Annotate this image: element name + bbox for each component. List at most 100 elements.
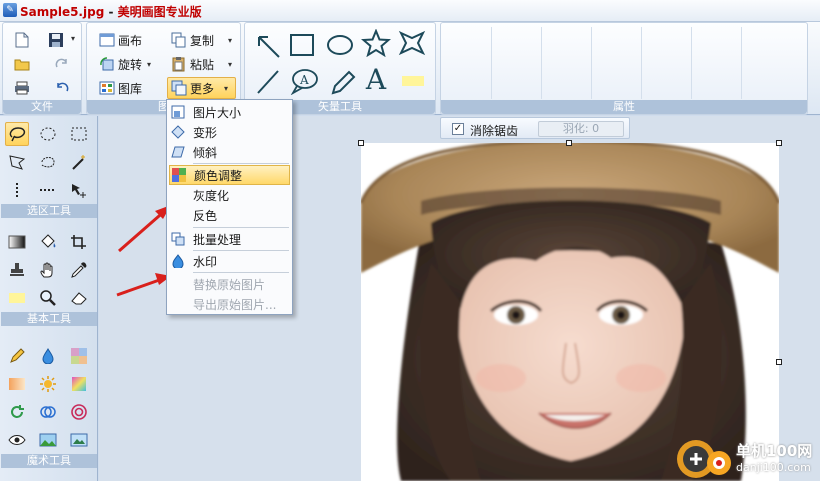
menu-item-export-original[interactable]: 导出原始图片... (169, 294, 290, 314)
pen-tool-icon[interactable] (327, 67, 357, 95)
four-point-star-tool-icon[interactable] (397, 29, 427, 57)
callout-tool-icon[interactable]: A (289, 67, 319, 95)
target-circles-icon[interactable] (67, 400, 91, 424)
arrow-tool-icon[interactable] (253, 31, 283, 59)
print-icon[interactable] (13, 79, 31, 97)
selection-tools-label: 选区工具 (1, 204, 97, 218)
eraser-icon[interactable] (67, 286, 91, 310)
hand-pan-icon[interactable] (36, 258, 60, 282)
resize-handle[interactable] (358, 140, 364, 146)
zoom-icon[interactable] (36, 286, 60, 310)
copy-button[interactable]: 复制 ▾ (167, 29, 236, 51)
watermark-logo-icon (677, 440, 731, 478)
paste-icon (171, 56, 187, 72)
menu-separator (193, 227, 289, 228)
menu-item-skew[interactable]: 倾斜 (169, 142, 290, 162)
new-file-icon[interactable] (13, 31, 31, 49)
transform-icon (169, 124, 187, 140)
menu-item-watermark[interactable]: 水印 (169, 251, 290, 271)
color-swatch-icon[interactable] (5, 286, 29, 310)
magic-wand-icon[interactable] (67, 150, 91, 174)
save-icon[interactable] (47, 31, 75, 49)
text-tool-icon[interactable]: A (361, 63, 391, 96)
refresh-cycle-icon[interactable] (5, 400, 29, 424)
vertical-line-select-icon[interactable] (5, 178, 29, 202)
color-adjust-icon (170, 167, 188, 183)
ellipse-select-icon[interactable] (36, 122, 60, 146)
more-dropdown-icon: ▾ (224, 83, 229, 93)
menu-item-color-adjust[interactable]: 颜色调整 (169, 165, 290, 185)
more-button[interactable]: 更多 ▾ (167, 77, 236, 99)
gradient-fill-icon[interactable] (5, 372, 29, 396)
menu-item-label: 替换原始图片 (193, 277, 266, 292)
brightness-pencil-icon[interactable] (5, 344, 29, 368)
star-tool-icon[interactable] (361, 29, 391, 57)
menu-item-label: 颜色调整 (194, 168, 243, 183)
menu-item-invert[interactable]: 反色 (169, 205, 290, 225)
move-selection-icon[interactable] (67, 178, 91, 202)
menu-item-transform[interactable]: 变形 (169, 122, 290, 142)
canvas-button[interactable]: 画布 (95, 29, 146, 51)
gallery-button[interactable]: 图库 (95, 77, 146, 99)
rotate-label: 旋转 (118, 57, 143, 72)
callout-glyph: A (299, 73, 309, 87)
image-canvas[interactable] (361, 143, 779, 481)
rect-select-icon[interactable] (67, 122, 91, 146)
paste-button[interactable]: 粘贴 ▾ (167, 53, 236, 75)
rotate-button[interactable]: 旋转 ▾ (95, 53, 155, 75)
window-title: Sample5.jpg - 美明画图专业版 (20, 3, 202, 20)
menu-item-label: 批量处理 (193, 232, 242, 247)
sun-brightness-icon[interactable] (36, 372, 60, 396)
ellipse-tool-icon[interactable] (325, 31, 355, 59)
menu-item-image-size[interactable]: 图片大小 (169, 102, 290, 122)
basic-tools-label: 基本工具 (1, 312, 97, 326)
freeform-select-icon[interactable] (36, 150, 60, 174)
rectangle-tool-icon[interactable] (287, 31, 317, 59)
open-folder-icon[interactable] (13, 55, 31, 73)
menu-item-label: 灰度化 (193, 188, 230, 203)
undo-icon[interactable] (53, 79, 71, 97)
antialias-checkbox[interactable]: ✓ (452, 123, 464, 135)
photo-frame-icon[interactable] (67, 428, 91, 452)
menu-item-replace-original[interactable]: 替换原始图片 (169, 274, 290, 294)
menu-item-batch[interactable]: 批量处理 (169, 229, 290, 249)
redo-icon[interactable] (53, 55, 71, 73)
resize-handle[interactable] (776, 140, 782, 146)
menu-item-label: 图片大小 (193, 105, 242, 120)
eyedropper-icon[interactable] (67, 258, 91, 282)
antialias-label: 消除锯齿 (470, 124, 519, 138)
paste-dropdown-icon: ▾ (228, 59, 233, 69)
watermark-drop-icon (169, 253, 187, 269)
water-drop-icon[interactable] (36, 344, 60, 368)
horizontal-line-select-icon[interactable] (36, 178, 60, 202)
eye-view-icon[interactable] (5, 428, 29, 452)
props-divider (691, 27, 692, 99)
color-balance-icon[interactable] (67, 372, 91, 396)
clone-stamp-icon[interactable] (5, 258, 29, 282)
props-divider (491, 27, 492, 99)
resize-handle[interactable] (776, 359, 782, 365)
resize-handle[interactable] (566, 140, 572, 146)
gradient-icon[interactable] (5, 230, 29, 254)
line-tool-icon[interactable] (253, 67, 283, 95)
rotate-icon (99, 56, 115, 72)
menu-item-grayscale[interactable]: 灰度化 (169, 185, 290, 205)
file-group-label: 文件 (3, 100, 81, 114)
watermark-name: 单机100网 (736, 442, 813, 460)
app-icon[interactable]: ✎ (3, 3, 17, 17)
menu-item-label: 反色 (193, 208, 218, 223)
crop-icon[interactable] (67, 230, 91, 254)
more-icon (171, 80, 187, 96)
lasso-select-icon[interactable] (5, 122, 29, 146)
copy-dropdown-icon: ▾ (228, 35, 233, 45)
feather-button[interactable]: 羽化: 0 (538, 121, 624, 137)
overlap-circles-icon[interactable] (36, 400, 60, 424)
polygon-select-icon[interactable] (5, 150, 29, 174)
batch-icon (169, 231, 187, 247)
highlight-color-swatch[interactable] (402, 76, 424, 86)
paint-bucket-icon[interactable] (36, 230, 60, 254)
landscape-image-icon[interactable] (36, 428, 60, 452)
selection-tools-group: 选区工具 (1, 116, 97, 218)
mosaic-icon[interactable] (67, 344, 91, 368)
window-title-filename: Sample5.jpg (20, 5, 105, 19)
